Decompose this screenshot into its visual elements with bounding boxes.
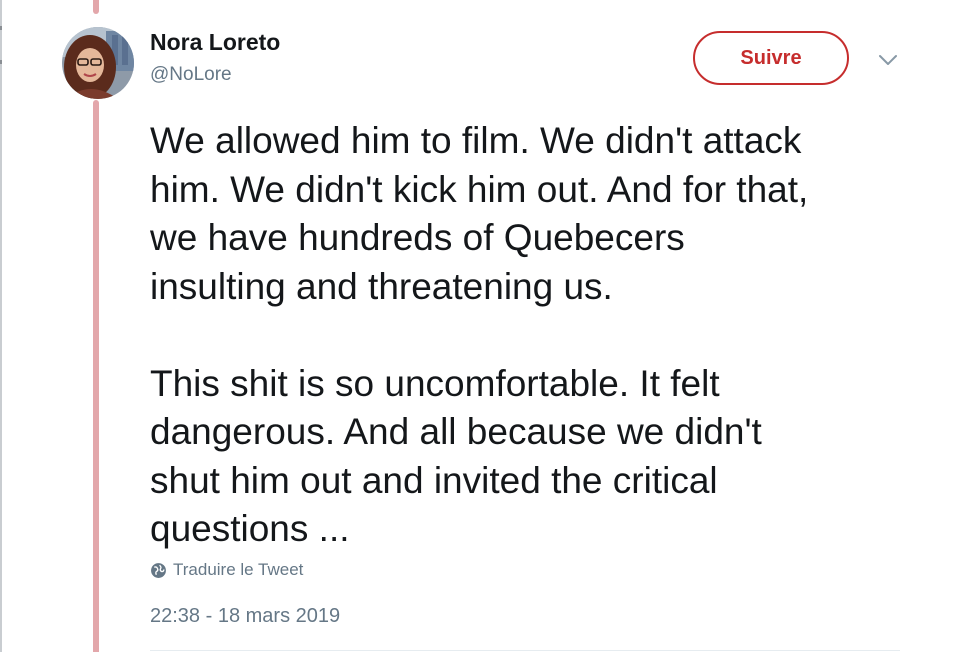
tweet-text: We allowed him to film. We didn't attack… — [150, 117, 940, 554]
translate-link[interactable]: Traduire le Tweet — [150, 560, 303, 580]
thread-connector — [93, 100, 99, 652]
divider — [150, 650, 900, 651]
author-handle[interactable]: @NoLore — [150, 64, 232, 86]
avatar[interactable] — [62, 27, 134, 99]
follow-button[interactable]: Suivre — [693, 31, 849, 85]
window-edge-mark — [0, 26, 2, 30]
avatar-image — [62, 27, 134, 99]
window-edge-mark — [0, 60, 2, 64]
tweet-paragraph: This shit is so uncomfortable. It felt d… — [150, 362, 762, 550]
globe-icon — [150, 562, 167, 579]
translate-label: Traduire le Tweet — [173, 560, 304, 579]
tweet-timestamp[interactable]: 22:38 - 18 mars 2019 — [150, 605, 340, 628]
thread-connector-top — [93, 0, 99, 14]
chevron-down-icon[interactable] — [876, 48, 900, 72]
tweet-paragraph: We allowed him to film. We didn't attack… — [150, 120, 809, 307]
window-edge — [0, 0, 2, 652]
author-name[interactable]: Nora Loreto — [150, 29, 280, 56]
